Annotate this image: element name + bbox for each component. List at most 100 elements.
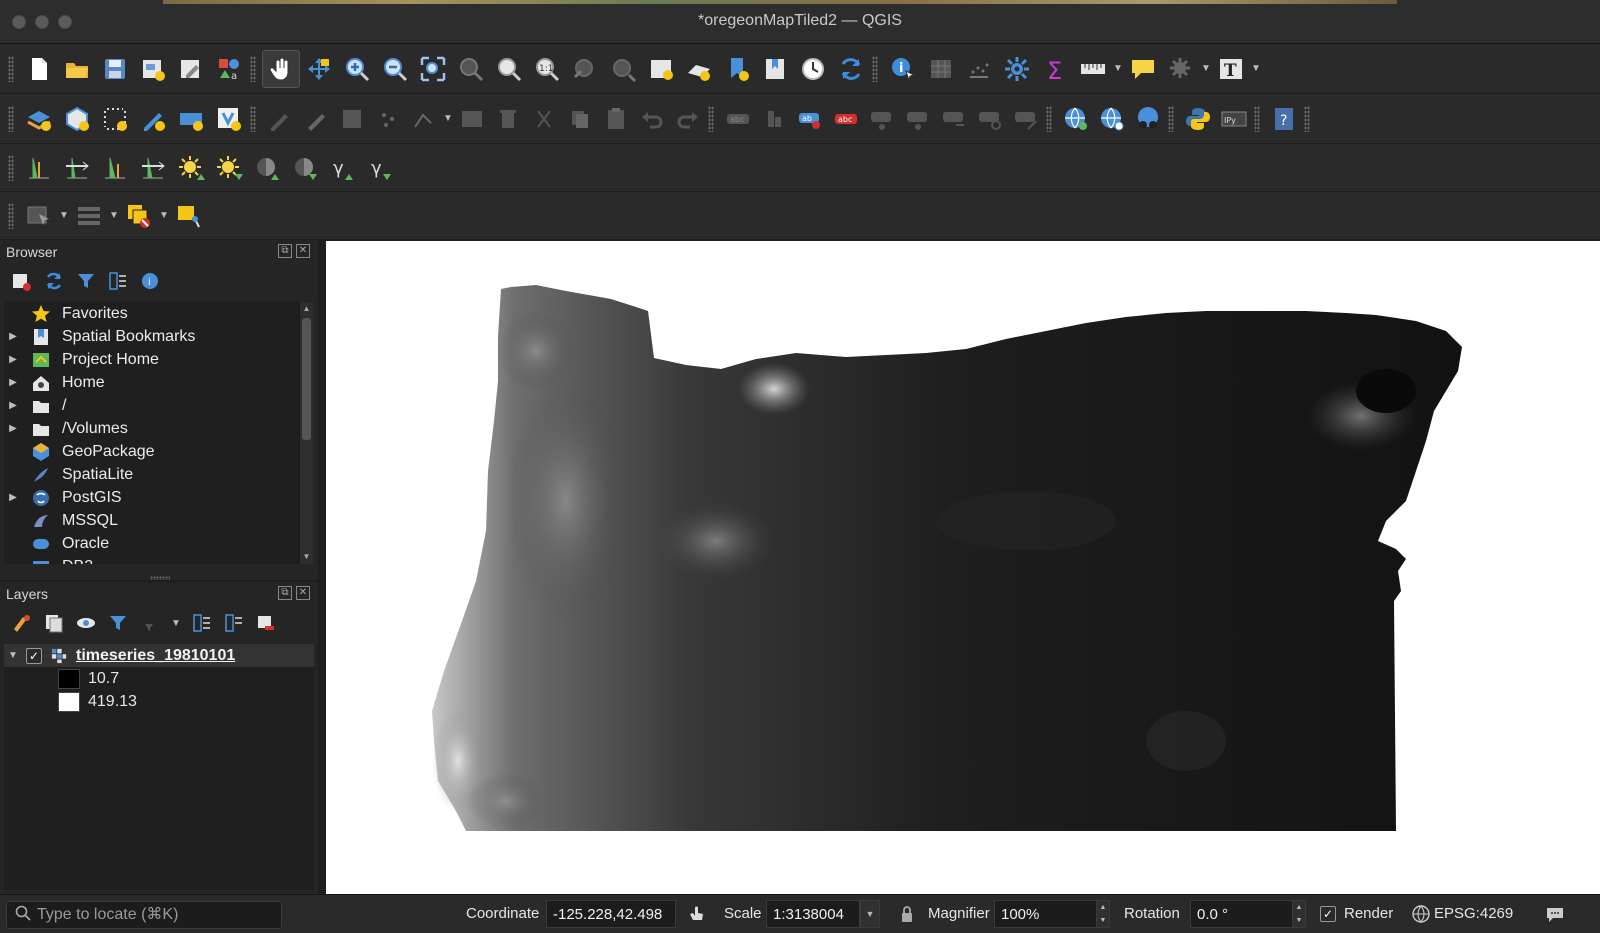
paste-features-icon[interactable] (598, 100, 634, 138)
select-by-value-dropdown-icon[interactable]: ▼ (108, 197, 120, 235)
expand-arrow-icon[interactable]: ▶ (4, 331, 22, 342)
show-unplaced-labels-icon[interactable]: abc (828, 100, 864, 138)
select-features-icon[interactable] (20, 197, 58, 235)
open-project-icon[interactable] (58, 50, 96, 88)
layer-labeling-icon[interactable]: abc (720, 100, 756, 138)
new-map-view-icon[interactable] (642, 50, 680, 88)
save-project-icon[interactable] (96, 50, 134, 88)
style-manager-icon[interactable]: a (210, 50, 248, 88)
manage-map-themes-icon[interactable] (74, 611, 98, 635)
help-icon[interactable]: ? (1266, 100, 1302, 138)
show-bookmarks-icon[interactable] (756, 50, 794, 88)
local-histogram-stretch-icon[interactable] (20, 149, 58, 187)
add-group-icon[interactable] (42, 611, 66, 635)
scale-field[interactable]: 1:3138004 (766, 900, 860, 928)
collapse-arrow-icon[interactable]: ▼ (4, 650, 22, 661)
expand-arrow-icon[interactable]: ▶ (4, 354, 22, 365)
pan-to-selection-icon[interactable] (300, 50, 338, 88)
coordinate-field[interactable]: -125.228,42.498 (546, 900, 676, 928)
render-checkbox[interactable]: ✓ (1320, 906, 1336, 922)
change-label-icon[interactable] (1008, 100, 1044, 138)
rotation-spinner[interactable]: ▲ ▼ (1292, 900, 1306, 928)
decrease-contrast-icon[interactable] (286, 149, 324, 187)
locator-input[interactable] (37, 906, 267, 924)
add-feature-icon[interactable] (370, 100, 406, 138)
toggle-extents-icon[interactable] (686, 903, 708, 925)
rotate-label-icon[interactable] (972, 100, 1008, 138)
toolbar-grip[interactable] (8, 105, 14, 132)
vertex-tool-dropdown-icon[interactable]: ▼ (442, 100, 454, 138)
pin-labels-icon[interactable] (864, 100, 900, 138)
toolbar-grip[interactable] (1046, 105, 1052, 132)
full-cumulative-cut-stretch-icon[interactable] (134, 149, 172, 187)
python-console-icon[interactable] (1180, 100, 1216, 138)
toolbar-grip[interactable] (1254, 105, 1260, 132)
collapse-all-icon[interactable] (106, 269, 130, 293)
actions-icon[interactable] (1162, 50, 1200, 88)
layer-styling-icon[interactable] (10, 611, 34, 635)
delete-selected-icon[interactable] (490, 100, 526, 138)
browser-item-home[interactable]: ▶ Home (4, 371, 302, 394)
pan-map-icon[interactable] (262, 49, 300, 88)
browser-item-favorites[interactable]: Favorites (4, 302, 302, 325)
measure-icon[interactable] (1074, 50, 1112, 88)
browser-item-oracle[interactable]: Oracle (4, 532, 302, 555)
expand-arrow-icon[interactable]: ▶ (4, 423, 22, 434)
close-panel-icon[interactable]: ✕ (296, 586, 310, 600)
processing-toolbox-icon[interactable] (998, 50, 1036, 88)
browser-item-geopackage[interactable]: GeoPackage (4, 440, 302, 463)
toolbar-grip[interactable] (1304, 105, 1310, 132)
map-tips-icon[interactable] (1124, 50, 1162, 88)
properties-icon[interactable]: i (138, 269, 162, 293)
browser-item-project-home[interactable]: ▶ Project Home (4, 348, 302, 371)
full-histogram-stretch-icon[interactable] (58, 149, 96, 187)
deselect-features-icon[interactable] (120, 197, 158, 235)
browser-item-spatial-bookmarks[interactable]: ▶ Spatial Bookmarks (4, 325, 302, 348)
filter-legend-icon[interactable] (106, 611, 130, 635)
magnifier-field[interactable]: 100% (994, 900, 1098, 928)
new-bookmark-icon[interactable] (718, 50, 756, 88)
browser-item-postgis[interactable]: ▶ PostGIS (4, 486, 302, 509)
current-edits-icon[interactable] (262, 100, 298, 138)
locator-bar[interactable] (6, 901, 282, 929)
layer-item[interactable]: ▼ ✓ timeseries_19810101 (4, 644, 314, 667)
scroll-down-icon[interactable]: ▼ (300, 550, 313, 564)
measure-dropdown-icon[interactable]: ▼ (1112, 50, 1124, 88)
move-label-icon[interactable] (936, 100, 972, 138)
layer-diagram-icon[interactable] (756, 100, 792, 138)
field-calculator-icon[interactable]: Σ (1036, 50, 1074, 88)
map-canvas[interactable] (326, 241, 1600, 894)
crs-label[interactable]: EPSG:4269 (1434, 905, 1513, 922)
zoom-to-selection-icon[interactable] (452, 50, 490, 88)
metasearch-icon[interactable] (1130, 100, 1166, 138)
filter-browser-icon[interactable] (74, 269, 98, 293)
refresh-icon[interactable] (832, 50, 870, 88)
toolbar-grip[interactable] (1168, 105, 1174, 132)
show-hide-labels-icon[interactable] (900, 100, 936, 138)
highlight-pinned-labels-icon[interactable]: ab (792, 100, 828, 138)
expand-all-icon[interactable] (190, 611, 214, 635)
vertex-tool-icon[interactable] (406, 100, 442, 138)
browser-item-root[interactable]: ▶ / (4, 394, 302, 417)
add-wfs-layer-icon[interactable] (1094, 100, 1130, 138)
increase-gamma-icon[interactable]: γ (324, 149, 362, 187)
browser-item-spatialite[interactable]: SpatiaLite (4, 463, 302, 486)
save-edits-icon[interactable] (334, 100, 370, 138)
undo-icon[interactable] (634, 100, 670, 138)
browser-scrollbar[interactable]: ▲ ▼ (299, 302, 313, 564)
browser-item-db2[interactable]: DB2 DB2 (4, 555, 302, 564)
add-wms-layer-icon[interactable] (1058, 100, 1094, 138)
toolbar-grip[interactable] (872, 55, 878, 82)
toolbar-grip[interactable] (250, 55, 256, 82)
select-by-value-icon[interactable] (70, 197, 108, 235)
select-dropdown-icon[interactable]: ▼ (58, 197, 70, 235)
decrease-brightness-icon[interactable] (210, 149, 248, 187)
zoom-to-layer-icon[interactable] (490, 50, 528, 88)
modify-attributes-icon[interactable] (454, 100, 490, 138)
layout-manager-icon[interactable] (172, 50, 210, 88)
browser-item-volumes[interactable]: ▶ /Volumes (4, 417, 302, 440)
zoom-native-resolution-icon[interactable]: 1:1 (528, 50, 566, 88)
ipython-console-icon[interactable]: IPy (1216, 100, 1252, 138)
copy-features-icon[interactable] (562, 100, 598, 138)
increase-contrast-icon[interactable] (248, 149, 286, 187)
